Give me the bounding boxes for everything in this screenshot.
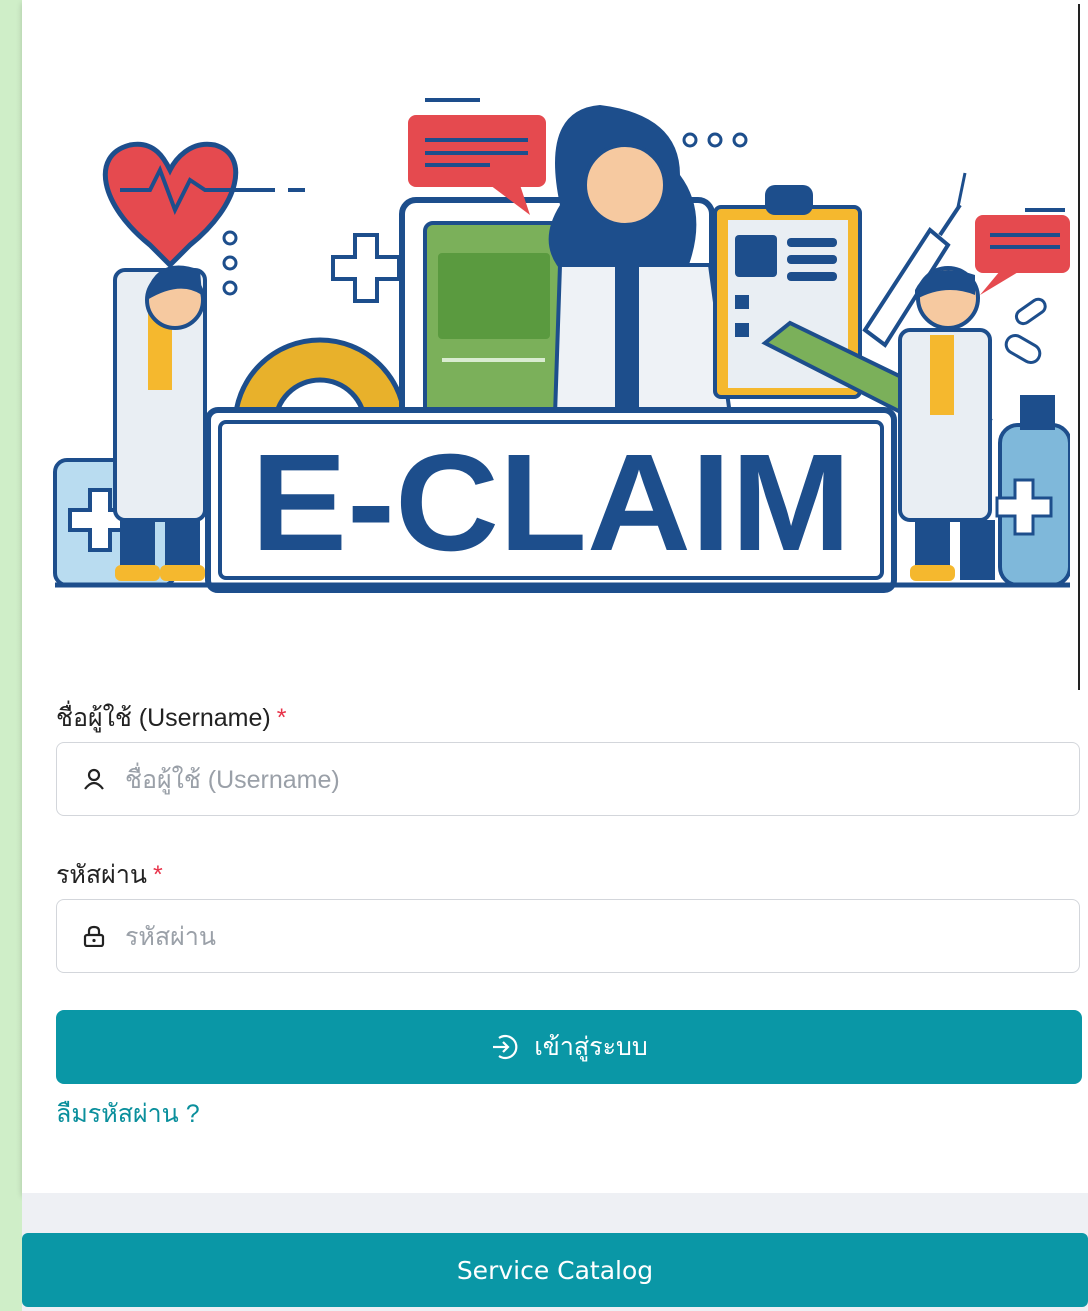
login-button[interactable]: เข้าสู่ระบบ (56, 1010, 1082, 1084)
lock-icon (83, 925, 105, 947)
user-icon (84, 768, 104, 790)
password-input[interactable] (123, 914, 1057, 960)
required-mark: * (276, 704, 287, 732)
forgot-password-link[interactable]: ลืมรหัสผ่าน ? (56, 1094, 200, 1134)
login-icon (493, 1034, 518, 1060)
username-input[interactable] (123, 757, 1057, 803)
service-catalog-label: Service Catalog (456, 1255, 654, 1285)
required-mark: * (152, 861, 163, 889)
divider-line (1078, 4, 1080, 690)
e-claim-banner: E-CLAIM (30, 95, 1070, 600)
password-field[interactable] (56, 899, 1080, 973)
e-claim-logo-text: E-CLAIM (251, 426, 851, 580)
username-label-text: ชื่อผู้ใช้ (Username) (56, 704, 271, 732)
login-button-label: เข้าสู่ระบบ (534, 1033, 648, 1061)
service-catalog-button[interactable]: Service Catalog (22, 1233, 1088, 1307)
username-label: ชื่อผู้ใช้ (Username) * (56, 698, 286, 738)
username-field[interactable] (56, 742, 1080, 816)
password-label-text: รหัสผ่าน (56, 861, 147, 889)
password-label: รหัสผ่าน * (56, 855, 163, 895)
